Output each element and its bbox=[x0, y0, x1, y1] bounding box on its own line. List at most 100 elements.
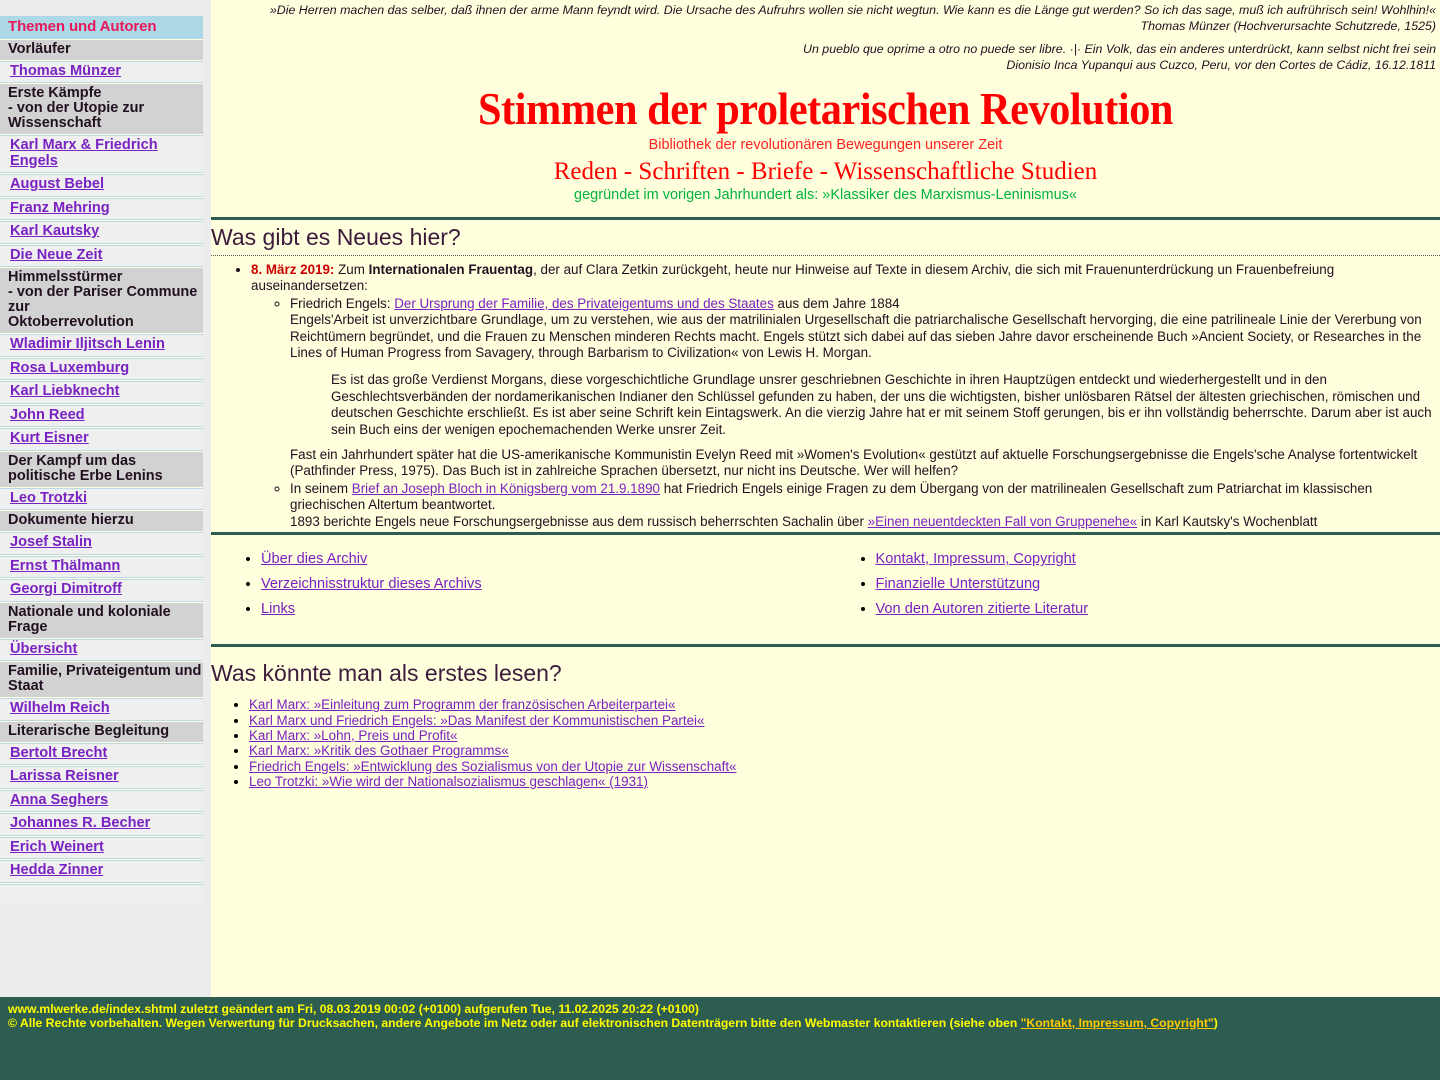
sidebar-item-label[interactable]: Übersicht bbox=[10, 641, 77, 657]
quote-muenzer-text: »Die Herren machen das selber, daß ihnen… bbox=[269, 3, 1436, 17]
sidebar-item[interactable]: Thomas Münzer bbox=[0, 60, 203, 83]
link-gruppenehe[interactable]: »Einen neuentdeckten Fall von Gruppenehe… bbox=[868, 514, 1138, 529]
sidebar-item[interactable]: Wladimir Iljitsch Lenin bbox=[0, 334, 203, 357]
reading-link[interactable]: Leo Trotzki: »Wie wird der Nationalsozia… bbox=[249, 774, 648, 789]
sidebar-bottom-filler bbox=[0, 883, 203, 903]
site-link-left[interactable]: Links bbox=[261, 601, 295, 617]
list-item: Friedrich Engels: »Entwicklung des Sozia… bbox=[249, 759, 1440, 774]
sidebar-item[interactable]: Karl Marx & Friedrich Engels bbox=[0, 135, 203, 173]
footer-copyright-post: ) bbox=[1213, 1015, 1218, 1030]
sidebar-item-label[interactable]: Thomas Münzer bbox=[10, 63, 121, 79]
sidebar-item[interactable]: Hedda Zinner bbox=[0, 860, 203, 883]
reading-link[interactable]: Friedrich Engels: »Entwicklung des Sozia… bbox=[249, 759, 736, 774]
sidebar-section-heading: Vorläufer bbox=[0, 39, 203, 60]
reading-link[interactable]: Karl Marx: »Einleitung zum Programm der … bbox=[249, 697, 675, 712]
sidebar-item-label[interactable]: Wladimir Iljitsch Lenin bbox=[10, 336, 165, 352]
evelyn-reed-note: Fast ein Jahrhundert später hat die US-a… bbox=[290, 447, 1418, 479]
sidebar-item[interactable]: Anna Seghers bbox=[0, 789, 203, 812]
sidebar-item[interactable]: Übersicht bbox=[0, 638, 203, 661]
sidebar-item-label[interactable]: Erich Weinert bbox=[10, 839, 104, 855]
reading-link[interactable]: Karl Marx: »Lohn, Preis und Profit« bbox=[249, 728, 457, 743]
epigraph-quotes: »Die Herren machen das selber, daß ihnen… bbox=[211, 0, 1440, 73]
sidebar-section-heading: Erste Kämpfe - von der Utopie zur Wissensc… bbox=[0, 84, 203, 134]
site-title: Stimmen der proletarischen Revolution bbox=[478, 83, 1173, 134]
quote-yupanqui-text: Un pueblo que oprime a otro no puede ser… bbox=[803, 42, 1436, 56]
list-item: Karl Marx: »Kritik des Gothaer Programms… bbox=[249, 743, 1440, 758]
site-links-right: Kontakt, Impressum, Copyright Finanzielle… bbox=[826, 549, 1440, 624]
footer-link-kontakt-impressum[interactable]: "Kontakt, Impressum, Copyright" bbox=[1021, 1016, 1214, 1030]
sidebar-item[interactable]: Rosa Luxemburg bbox=[0, 357, 203, 380]
sidebar-item-label[interactable]: Rosa Luxemburg bbox=[10, 360, 129, 376]
sidebar-item-label[interactable]: August Bebel bbox=[10, 176, 104, 192]
sidebar-item-label[interactable]: Bertolt Brecht bbox=[10, 745, 107, 761]
site-link-right[interactable]: Kontakt, Impressum, Copyright bbox=[876, 551, 1076, 567]
sidebar-item-label[interactable]: Georgi Dimitroff bbox=[10, 581, 122, 597]
sidebar-item[interactable]: Johannes R. Becher bbox=[0, 813, 203, 836]
footer-copyright-line: © Alle Rechte vorbehalten. Wegen Verwert… bbox=[8, 1015, 1440, 1031]
sidebar-item[interactable]: Kurt Eisner bbox=[0, 428, 203, 451]
sidebar-item-label[interactable]: Franz Mehring bbox=[10, 200, 110, 216]
news-heading: Was gibt es Neues hier? bbox=[211, 224, 461, 250]
site-link-right[interactable]: Finanzielle Unterstützung bbox=[876, 576, 1041, 592]
list-item: Karl Marx: »Einleitung zum Programm der … bbox=[249, 697, 1440, 712]
site-links-left: Über dies Archiv Verzeichnisstruktur dies… bbox=[211, 549, 826, 624]
reading-list: Karl Marx: »Einleitung zum Programm der … bbox=[211, 697, 1440, 789]
site-link-right[interactable]: Von den Autoren zitierte Literatur bbox=[876, 601, 1089, 617]
list-item: Leo Trotzki: »Wie wird der Nationalsozia… bbox=[249, 774, 1440, 789]
list-item: Von den Autoren zitierte Literatur bbox=[876, 599, 1440, 620]
masthead: Stimmen der proletarischen Revolution Bi… bbox=[211, 75, 1440, 203]
sidebar-item-label[interactable]: Die Neue Zeit bbox=[10, 247, 102, 263]
site-founded-note: gegründet im vorigen Jahrhundert als: »K… bbox=[574, 187, 1077, 203]
sidebar-item-label[interactable]: Larissa Reisner bbox=[10, 768, 119, 784]
news-list: 8. März 2019: Zum Internationalen Frauen… bbox=[213, 262, 1440, 530]
site-link-left[interactable]: Über dies Archiv bbox=[261, 551, 367, 567]
page-columns: Themen und Autoren Vorläufer Thomas Münze… bbox=[0, 0, 1440, 997]
sidebar-item[interactable]: Leo Trotzki bbox=[0, 487, 203, 510]
sidebar-item-label[interactable]: Anna Seghers bbox=[10, 792, 108, 808]
list-item: Karl Marx: »Lohn, Preis und Profit« bbox=[249, 728, 1440, 743]
sidebar-item-label[interactable]: Hedda Zinner bbox=[10, 862, 103, 878]
gruppenehe-post: in Karl Kautsky's Wochenblatt bbox=[1137, 513, 1318, 529]
sidebar-item[interactable]: Erich Weinert bbox=[0, 836, 203, 859]
sidebar-item[interactable]: Wilhelm Reich bbox=[0, 698, 203, 721]
sidebar-item[interactable]: Die Neue Zeit bbox=[0, 244, 203, 267]
sidebar-item[interactable]: August Bebel bbox=[0, 174, 203, 197]
engels-body: Engels'Arbeit ist unverzichtbare Grundla… bbox=[290, 312, 1422, 361]
reading-link[interactable]: Karl Marx und Friedrich Engels: »Das Man… bbox=[249, 713, 704, 728]
footer-modified-line: www.mlwerke.de/index.shtml zuletzt geänd… bbox=[8, 1002, 699, 1016]
sidebar-item-label[interactable]: Josef Stalin bbox=[10, 534, 92, 550]
sidebar-item[interactable]: Karl Kautsky bbox=[0, 221, 203, 244]
engels-year: aus dem Jahre 1884 bbox=[773, 295, 900, 311]
list-item: Kontakt, Impressum, Copyright bbox=[876, 549, 1440, 570]
site-links-left-list: Über dies Archiv Verzeichnisstruktur dies… bbox=[211, 549, 826, 620]
sidebar-item-label[interactable]: Kurt Eisner bbox=[10, 430, 89, 446]
sidebar-item-label[interactable]: Karl Marx & Friedrich Engels bbox=[10, 137, 158, 169]
link-brief-an-joseph-bloch[interactable]: Brief an Joseph Bloch in Königsberg vom … bbox=[352, 481, 660, 496]
sidebar-item-label[interactable]: Wilhelm Reich bbox=[10, 700, 110, 716]
sidebar-item-label[interactable]: John Reed bbox=[10, 407, 85, 423]
site-link-left[interactable]: Verzeichnisstruktur dieses Archivs bbox=[261, 576, 482, 592]
bloch-pre: In seinem bbox=[290, 480, 352, 496]
sidebar-item[interactable]: John Reed bbox=[0, 404, 203, 427]
sidebar-item-label[interactable]: Leo Trotzki bbox=[10, 490, 87, 506]
sidebar-item-label[interactable]: Johannes R. Becher bbox=[10, 815, 150, 831]
site-title-secondary: Reden - Schriften - Briefe - Wissenschaf… bbox=[553, 158, 1098, 185]
sidebar-item-label[interactable]: Karl Liebknecht bbox=[10, 383, 119, 399]
link-ursprung-der-familie[interactable]: Der Ursprung der Familie, des Privateige… bbox=[394, 296, 774, 311]
sidebar-item[interactable]: Franz Mehring bbox=[0, 197, 203, 220]
sidebar-item[interactable]: Georgi Dimitroff bbox=[0, 579, 203, 602]
quote-muenzer-attribution: Thomas Münzer (Hochverursachte Schutzred… bbox=[1140, 18, 1436, 33]
news-subitem-ursprung: Friedrich Engels: Der Ursprung der Famil… bbox=[290, 296, 1440, 480]
sidebar-top-spacer bbox=[0, 0, 211, 16]
sidebar-section-heading: Dokumente hierzu bbox=[0, 511, 203, 531]
sidebar-item[interactable]: Josef Stalin bbox=[0, 532, 203, 555]
sidebar-item-label[interactable]: Karl Kautsky bbox=[10, 223, 99, 239]
sidebar-item[interactable]: Bertolt Brecht bbox=[0, 742, 203, 765]
sidebar-item[interactable]: Ernst Thälmann bbox=[0, 555, 203, 578]
sidebar-item-label[interactable]: Ernst Thälmann bbox=[10, 558, 120, 574]
news-intro-bold: Internationalen Frauentag bbox=[368, 262, 534, 277]
reading-link[interactable]: Karl Marx: »Kritik des Gothaer Programms… bbox=[249, 743, 509, 758]
sidebar-item[interactable]: Karl Liebknecht bbox=[0, 381, 203, 404]
sidebar-item[interactable]: Larissa Reisner bbox=[0, 766, 203, 789]
site-links-right-list: Kontakt, Impressum, Copyright Finanzielle… bbox=[826, 549, 1440, 620]
